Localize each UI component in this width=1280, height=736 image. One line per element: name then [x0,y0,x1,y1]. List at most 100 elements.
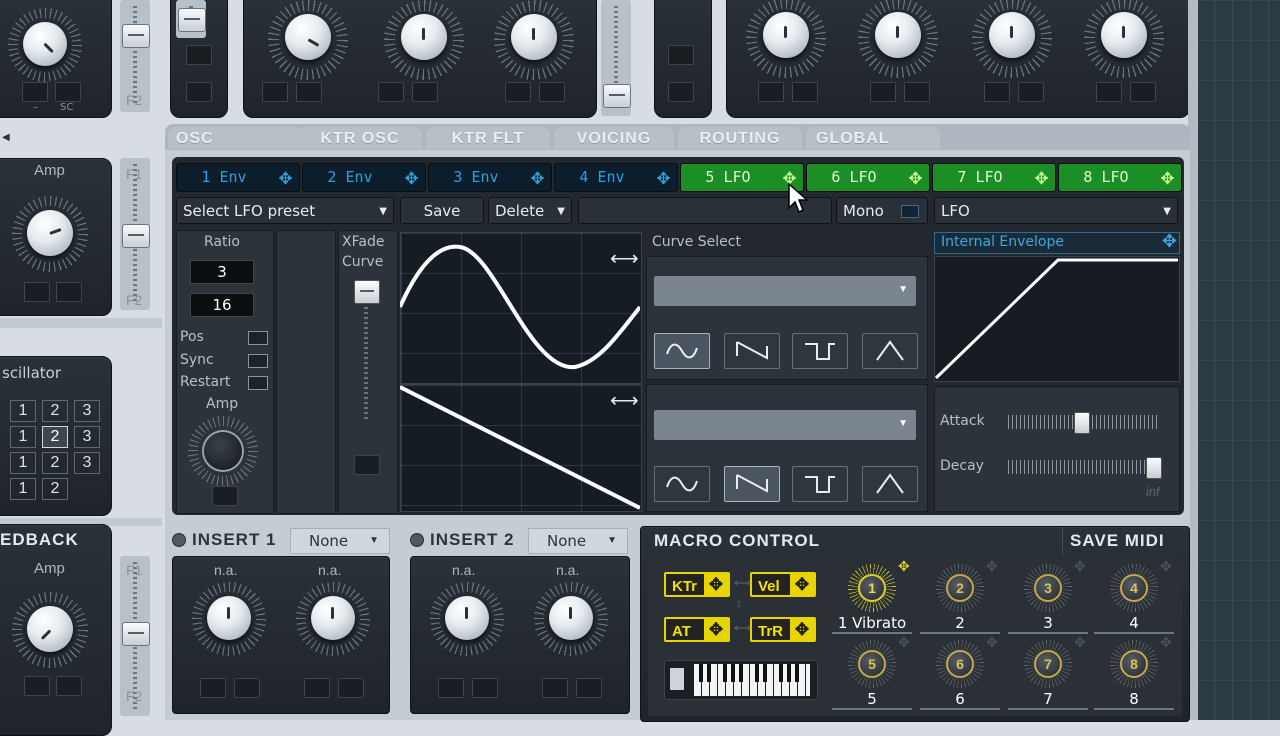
top-b-btn-2[interactable] [186,82,212,102]
internal-envelope-header[interactable]: Internal Envelope ✥ [934,231,1180,254]
delete-dropdown[interactable]: Delete ▼ [488,197,572,224]
shape-triangle-button-2[interactable] [862,466,918,502]
top-knob-f3[interactable] [972,0,1052,78]
left-feedback-amp-knob[interactable] [12,592,88,668]
lfo-button-8[interactable]: 8 LFO ✥ [1058,163,1182,192]
pos-checkbox[interactable] [248,331,268,345]
env-button-3[interactable]: 3 Env ✥ [428,163,552,192]
move-icon[interactable]: ✥ [790,617,814,642]
macro-label-2[interactable]: 2 [918,614,1002,632]
lfo-button-7[interactable]: 7 LFO ✥ [932,163,1056,192]
move-icon[interactable]: ✥ [1028,164,1055,191]
macro-knob-4[interactable]: 4 [1110,564,1158,612]
env-button-4[interactable]: 4 Env ✥ [554,163,678,192]
shape-sine-button-1[interactable] [654,333,710,369]
move-icon[interactable]: ✥ [1154,164,1181,191]
osc-cell-selected[interactable]: 2 [42,426,68,448]
env-button-1[interactable]: 1 Env ✥ [176,163,300,192]
move-icon[interactable]: ✥ [986,634,998,651]
move-icon[interactable]: ✥ [1162,231,1177,252]
top-c-btn-2[interactable] [296,82,322,102]
macro-knob-1[interactable]: 1 [848,564,896,612]
tab-ktr-flt[interactable]: KTR FLT [426,127,550,149]
insert1-power-led[interactable] [172,533,186,547]
shape-square-button-2[interactable] [792,466,848,502]
save-midi-button[interactable]: SAVE MIDI [1070,531,1165,551]
amp-mod-btn[interactable] [212,486,238,506]
osc-cell[interactable]: 3 [74,400,100,422]
move-icon[interactable]: ✥ [524,164,551,191]
top-f-btn-1[interactable] [758,82,784,102]
top-f-btn-2[interactable] [792,82,818,102]
top-c-btn-6[interactable] [539,82,565,102]
lfo-button-6[interactable]: 6 LFO ✥ [806,163,930,192]
move-icon[interactable]: ✥ [272,164,299,191]
insert1-knob-2[interactable] [296,582,370,656]
top-b-btn[interactable] [186,45,212,65]
top-f-btn-8[interactable] [1130,82,1156,102]
shape-triangle-button-1[interactable] [862,333,918,369]
insert1-dropdown[interactable]: None ▼ [290,528,390,554]
shape-saw-button-2[interactable] [724,466,780,502]
macro-label-3[interactable]: 3 [1006,614,1090,632]
lfo-amp-knob[interactable] [188,416,258,486]
top-f-btn-3[interactable] [870,82,896,102]
insert2-btn-3[interactable] [542,678,568,698]
left-amp-knob[interactable] [12,196,88,272]
source-vel-button[interactable]: Vel ✥ [750,572,816,597]
top-f-btn-4[interactable] [904,82,930,102]
macro-knob-2[interactable]: 2 [936,564,984,612]
tab-ktr-osc[interactable]: KTR OSC [298,127,422,149]
shape-saw-button-1[interactable] [724,333,780,369]
top-c-btn-3[interactable] [378,82,404,102]
macro-knob-6[interactable]: 6 [936,640,984,688]
ratio-numerator[interactable]: 3 [190,260,254,284]
insert1-btn-2[interactable] [234,678,260,698]
top-knob-c2[interactable] [384,0,464,80]
save-button[interactable]: Save [400,197,484,224]
osc-cell[interactable]: 2 [42,452,68,474]
macro-label-8[interactable]: 8 [1092,690,1176,708]
top-left-btn-2[interactable] [55,82,81,102]
lfo-type-dropdown[interactable]: LFO ▼ [934,197,1178,224]
xfade-btn[interactable] [354,455,380,475]
macro-knob-3[interactable]: 3 [1024,564,1072,612]
top-e-btn-2[interactable] [668,82,694,102]
move-icon[interactable]: ✥ [790,572,814,597]
insert2-knob-1[interactable] [430,582,504,656]
macro-knob-8[interactable]: 8 [1110,640,1158,688]
insert1-btn-4[interactable] [338,678,364,698]
move-icon[interactable]: ✥ [1160,634,1172,651]
macro-label-4[interactable]: 4 [1092,614,1176,632]
top-c-btn-1[interactable] [262,82,288,102]
xfade-slider-handle[interactable] [354,280,380,304]
restart-checkbox[interactable] [248,376,268,390]
curve-select-dropdown-2[interactable]: ▼ [654,410,916,440]
left-arrow[interactable]: ◀ [2,132,10,143]
curve-select-dropdown-1[interactable]: ▼ [654,276,916,306]
top-fader-b[interactable] [176,0,206,38]
source-at-button[interactable]: AT ✥ [664,617,730,642]
top-f-btn-6[interactable] [1018,82,1044,102]
insert2-dropdown[interactable]: None ▼ [528,528,628,554]
top-left-btn-1[interactable] [22,82,48,102]
top-c-btn-5[interactable] [505,82,531,102]
lfo-button-5[interactable]: 5 LFO ✥ [680,163,804,192]
osc-cell[interactable]: 2 [42,478,68,500]
move-icon[interactable]: ✥ [1160,558,1172,575]
insert2-power-led[interactable] [410,533,424,547]
resize-arrow-icon[interactable]: ⟷ [610,246,639,271]
decay-slider[interactable] [1008,460,1158,474]
sync-checkbox[interactable] [248,354,268,368]
move-icon[interactable]: ✥ [898,634,910,651]
move-icon[interactable]: ✥ [898,558,910,575]
osc-cell[interactable]: 1 [10,400,36,422]
tab-routing[interactable]: ROUTING [678,127,802,149]
top-left-knob[interactable] [8,8,82,82]
insert1-btn-3[interactable] [304,678,330,698]
left-fb-btn-1[interactable] [24,676,50,696]
decay-slider-handle[interactable] [1146,457,1162,479]
osc-cell[interactable]: 1 [10,426,36,448]
macro-knob-7[interactable]: 7 [1024,640,1072,688]
top-knob-c3[interactable] [494,0,574,80]
